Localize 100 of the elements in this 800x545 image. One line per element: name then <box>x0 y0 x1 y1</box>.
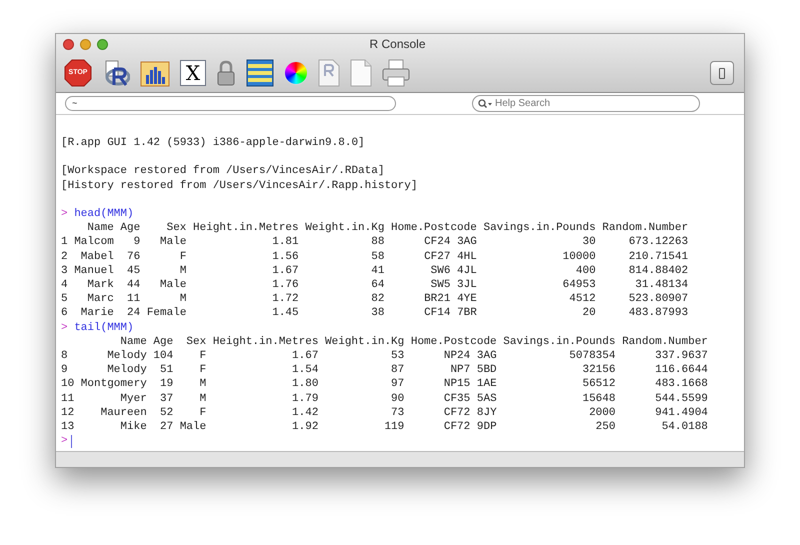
table-cell-text: 45 <box>126 264 140 278</box>
minimize-button[interactable] <box>80 38 91 50</box>
table-cell-text: M <box>198 392 206 406</box>
table-cell-text: 9 <box>132 235 140 250</box>
search-placeholder: Help Search <box>495 97 550 111</box>
table-cell-text: 1.42 <box>291 406 318 420</box>
table-cell-text: F <box>198 349 206 364</box>
table-cell-text: M <box>198 377 206 392</box>
table-cell: Manuel <box>74 264 114 278</box>
column-header: Savings.in.Pounds <box>483 221 596 236</box>
column-header: Weight.in.Kg <box>325 334 404 350</box>
row-label: 10 <box>61 377 74 392</box>
x11-button[interactable]: X <box>180 60 206 86</box>
row-label: 6 <box>61 306 68 321</box>
table-cell-text: 10000 <box>562 250 596 264</box>
table-cell-text: 1.72 <box>271 292 299 306</box>
table-cell-text: 15648 <box>581 392 616 406</box>
prompt-symbol: > <box>61 206 68 222</box>
row-label: 11 <box>61 392 74 406</box>
column-header: Weight.in.Kg <box>305 221 384 236</box>
table-cell-text: Maureen <box>100 406 147 420</box>
table-cell-text: 1.45 <box>271 306 299 321</box>
table-cell-text: 64953 <box>562 278 596 292</box>
table-cell-text: 90 <box>390 392 404 406</box>
help-search-field[interactable]: Help Search <box>472 95 700 112</box>
restore-message: [Workspace restored from /Users/VincesAir/.RData] <box>61 164 384 179</box>
table-cell-text: 52 <box>159 406 174 420</box>
prompt-symbol: > <box>61 434 68 448</box>
column-header: Age <box>153 334 174 350</box>
toggle-toolbar-button[interactable] <box>710 61 734 85</box>
table-cell-text: F <box>198 363 206 378</box>
table-cell-text: Mike <box>119 420 147 434</box>
row-label: 13 <box>61 420 74 434</box>
table-cell-text: 814.88402 <box>628 264 688 278</box>
table-cell-text: 544.5599 <box>654 392 708 406</box>
table-cell: Montgomery <box>80 377 147 392</box>
table-cell-text: 97 <box>390 377 404 392</box>
table-cell-text: BR21 4YE <box>423 292 477 306</box>
table-cell-text: 210.71541 <box>628 250 688 264</box>
table-cell-text: 20 <box>581 306 596 321</box>
table-cell-text: 523.80907 <box>628 292 688 306</box>
table-cell-text: 19 <box>159 377 174 392</box>
table-cell-text: 941.4904 <box>654 406 708 420</box>
table-cell-text: NP15 1AE <box>442 377 497 392</box>
table-cell-text: 30 <box>581 235 596 250</box>
table-cell-text: 58 <box>370 250 384 264</box>
column-header: Sex <box>185 334 206 350</box>
table-cell-text: 1.79 <box>291 392 318 406</box>
table-cell-text: 673.12263 <box>628 235 688 250</box>
table-cell-text: CF35 5AS <box>442 392 497 406</box>
print-icon[interactable] <box>382 59 410 87</box>
table-cell-text: 5078354 <box>568 349 616 364</box>
column-header: Name <box>119 334 147 350</box>
close-button[interactable] <box>63 38 74 50</box>
table-cell-text: Myer <box>119 392 147 406</box>
table-cell-text: 54.0188 <box>660 420 708 434</box>
table-cell-text: F <box>198 406 206 420</box>
command-text: head(MMM) <box>74 206 134 222</box>
table-cell-text: 1.56 <box>271 250 299 264</box>
table-cell-text: 51 <box>159 363 174 378</box>
table-cell-text: 116.6644 <box>654 363 708 378</box>
table-cell-text: Mabel <box>80 250 114 264</box>
table-button[interactable] <box>246 59 274 87</box>
table-cell-text: 119 <box>383 420 404 434</box>
table-cell-text: 2000 <box>588 406 616 420</box>
table-cell-text: NP7 5BD <box>449 363 497 378</box>
color-wheel-icon[interactable] <box>284 61 308 85</box>
table-cell-text: CF14 7BR <box>423 306 477 321</box>
column-header: Home.Postcode <box>391 221 477 236</box>
table-cell-text: 53 <box>390 349 404 364</box>
table-cell-text: 483.1668 <box>654 377 708 392</box>
column-header: Random.Number <box>602 221 688 236</box>
table-cell-text: 1.92 <box>291 420 318 434</box>
table-cell-text: 24 <box>126 306 140 321</box>
table-cell-text: CF72 8JY <box>442 406 497 420</box>
table-cell-text: 56512 <box>581 377 616 392</box>
lock-icon[interactable] <box>216 60 236 86</box>
table-cell-text: 11 <box>126 292 140 306</box>
table-cell-text: 1.67 <box>291 349 318 364</box>
row-label: 2 <box>61 250 68 264</box>
path-field[interactable]: ~ <box>65 96 396 111</box>
table-cell-text: F <box>178 250 186 264</box>
column-header: Height.in.Metres <box>193 221 299 236</box>
table-cell-text: 1.80 <box>291 377 318 392</box>
row-label: 5 <box>61 292 68 306</box>
text-cursor <box>70 434 72 448</box>
table-cell-text: Marie <box>80 306 114 321</box>
column-header: Random.Number <box>622 334 708 350</box>
table-cell-text: 44 <box>126 278 140 292</box>
table-cell-text: 400 <box>574 264 596 278</box>
table-cell: Malcom <box>74 235 114 250</box>
column-header: Savings.in.Pounds <box>503 334 616 350</box>
table-cell-text: 4512 <box>568 292 596 306</box>
table-cell-text: 483.87993 <box>628 306 688 321</box>
prompt-symbol: > <box>61 320 68 335</box>
row-label: 8 <box>61 349 69 364</box>
table-cell-text: 250 <box>594 420 616 434</box>
chart-button[interactable] <box>140 59 170 87</box>
table-cell-text: 64 <box>370 278 384 292</box>
zoom-button[interactable] <box>97 38 108 50</box>
